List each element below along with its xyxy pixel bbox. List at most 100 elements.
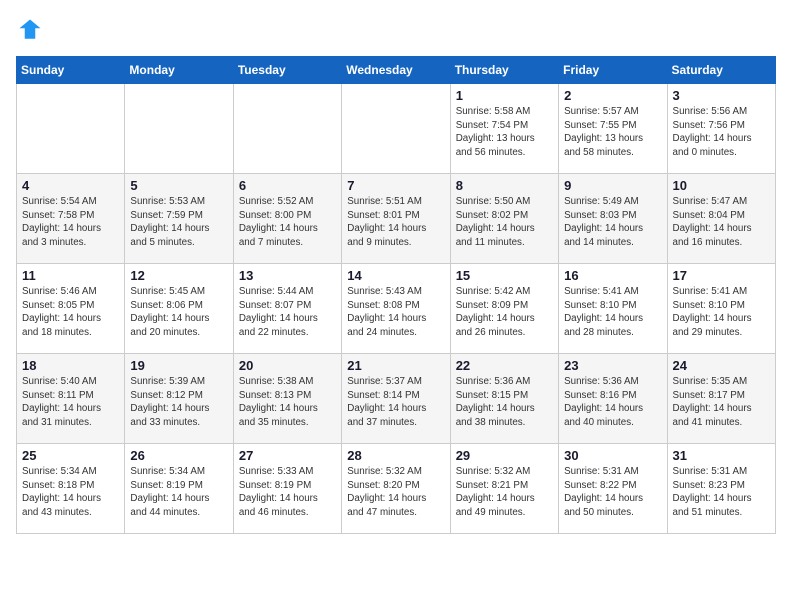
day-number: 12 [130, 268, 227, 283]
cell-info: Sunrise: 5:38 AM Sunset: 8:13 PM Dayligh… [239, 375, 336, 430]
day-number: 26 [130, 448, 227, 463]
calendar-cell: 15 Sunrise: 5:42 AM Sunset: 8:09 PM Dayli… [450, 264, 558, 354]
cell-info: Sunrise: 5:56 AM Sunset: 7:56 PM Dayligh… [673, 105, 770, 160]
cell-info: Sunrise: 5:54 AM Sunset: 7:58 PM Dayligh… [22, 195, 119, 250]
cell-info: Sunrise: 5:36 AM Sunset: 8:15 PM Dayligh… [456, 375, 553, 430]
logo-icon [16, 16, 44, 44]
calendar-cell [17, 84, 125, 174]
cell-info: Sunrise: 5:35 AM Sunset: 8:17 PM Dayligh… [673, 375, 770, 430]
calendar-table: SundayMondayTuesdayWednesdayThursdayFrid… [16, 56, 776, 534]
calendar-cell: 31 Sunrise: 5:31 AM Sunset: 8:23 PM Dayli… [667, 444, 775, 534]
calendar-cell: 19 Sunrise: 5:39 AM Sunset: 8:12 PM Dayli… [125, 354, 233, 444]
day-of-week-header: Wednesday [342, 57, 450, 84]
day-number: 31 [673, 448, 770, 463]
calendar-cell: 1 Sunrise: 5:58 AM Sunset: 7:54 PM Daylig… [450, 84, 558, 174]
calendar-cell: 13 Sunrise: 5:44 AM Sunset: 8:07 PM Dayli… [233, 264, 341, 354]
calendar-cell: 30 Sunrise: 5:31 AM Sunset: 8:22 PM Dayli… [559, 444, 667, 534]
calendar-cell: 4 Sunrise: 5:54 AM Sunset: 7:58 PM Daylig… [17, 174, 125, 264]
day-number: 14 [347, 268, 444, 283]
calendar-week-row: 11 Sunrise: 5:46 AM Sunset: 8:05 PM Dayli… [17, 264, 776, 354]
calendar-cell: 23 Sunrise: 5:36 AM Sunset: 8:16 PM Dayli… [559, 354, 667, 444]
day-of-week-header: Friday [559, 57, 667, 84]
day-number: 17 [673, 268, 770, 283]
day-number: 3 [673, 88, 770, 103]
cell-info: Sunrise: 5:57 AM Sunset: 7:55 PM Dayligh… [564, 105, 661, 160]
cell-info: Sunrise: 5:53 AM Sunset: 7:59 PM Dayligh… [130, 195, 227, 250]
day-number: 4 [22, 178, 119, 193]
day-number: 18 [22, 358, 119, 373]
calendar-week-row: 1 Sunrise: 5:58 AM Sunset: 7:54 PM Daylig… [17, 84, 776, 174]
calendar-week-row: 18 Sunrise: 5:40 AM Sunset: 8:11 PM Dayli… [17, 354, 776, 444]
calendar-cell: 27 Sunrise: 5:33 AM Sunset: 8:19 PM Dayli… [233, 444, 341, 534]
cell-info: Sunrise: 5:33 AM Sunset: 8:19 PM Dayligh… [239, 465, 336, 520]
cell-info: Sunrise: 5:42 AM Sunset: 8:09 PM Dayligh… [456, 285, 553, 340]
calendar-header-row: SundayMondayTuesdayWednesdayThursdayFrid… [17, 57, 776, 84]
calendar-cell: 12 Sunrise: 5:45 AM Sunset: 8:06 PM Dayli… [125, 264, 233, 354]
calendar-cell: 18 Sunrise: 5:40 AM Sunset: 8:11 PM Dayli… [17, 354, 125, 444]
calendar-cell: 28Sunrise: 5:32 AM Sunset: 8:20 PM Dayli… [342, 444, 450, 534]
calendar-cell [125, 84, 233, 174]
day-number: 6 [239, 178, 336, 193]
day-of-week-header: Monday [125, 57, 233, 84]
day-of-week-header: Sunday [17, 57, 125, 84]
day-of-week-header: Saturday [667, 57, 775, 84]
cell-info: Sunrise: 5:43 AM Sunset: 8:08 PM Dayligh… [347, 285, 444, 340]
logo [16, 16, 48, 44]
day-number: 30 [564, 448, 661, 463]
cell-info: Sunrise: 5:46 AM Sunset: 8:05 PM Dayligh… [22, 285, 119, 340]
cell-info: Sunrise: 5:31 AM Sunset: 8:23 PM Dayligh… [673, 465, 770, 520]
calendar-cell: 8Sunrise: 5:50 AM Sunset: 8:02 PM Daylig… [450, 174, 558, 264]
cell-info: Sunrise: 5:41 AM Sunset: 8:10 PM Dayligh… [673, 285, 770, 340]
cell-info: Sunrise: 5:44 AM Sunset: 8:07 PM Dayligh… [239, 285, 336, 340]
calendar-cell: 20Sunrise: 5:38 AM Sunset: 8:13 PM Dayli… [233, 354, 341, 444]
cell-info: Sunrise: 5:41 AM Sunset: 8:10 PM Dayligh… [564, 285, 661, 340]
cell-info: Sunrise: 5:49 AM Sunset: 8:03 PM Dayligh… [564, 195, 661, 250]
day-number: 9 [564, 178, 661, 193]
cell-info: Sunrise: 5:34 AM Sunset: 8:19 PM Dayligh… [130, 465, 227, 520]
day-of-week-header: Thursday [450, 57, 558, 84]
cell-info: Sunrise: 5:39 AM Sunset: 8:12 PM Dayligh… [130, 375, 227, 430]
day-number: 24 [673, 358, 770, 373]
cell-info: Sunrise: 5:47 AM Sunset: 8:04 PM Dayligh… [673, 195, 770, 250]
day-number: 7 [347, 178, 444, 193]
calendar-cell: 21Sunrise: 5:37 AM Sunset: 8:14 PM Dayli… [342, 354, 450, 444]
calendar-cell: 6 Sunrise: 5:52 AM Sunset: 8:00 PM Daylig… [233, 174, 341, 264]
cell-info: Sunrise: 5:32 AM Sunset: 8:21 PM Dayligh… [456, 465, 553, 520]
calendar-cell: 3 Sunrise: 5:56 AM Sunset: 7:56 PM Daylig… [667, 84, 775, 174]
cell-info: Sunrise: 5:45 AM Sunset: 8:06 PM Dayligh… [130, 285, 227, 340]
cell-info: Sunrise: 5:40 AM Sunset: 8:11 PM Dayligh… [22, 375, 119, 430]
cell-info: Sunrise: 5:36 AM Sunset: 8:16 PM Dayligh… [564, 375, 661, 430]
cell-info: Sunrise: 5:52 AM Sunset: 8:00 PM Dayligh… [239, 195, 336, 250]
calendar-cell [233, 84, 341, 174]
calendar-cell: 7 Sunrise: 5:51 AM Sunset: 8:01 PM Daylig… [342, 174, 450, 264]
calendar-cell: 17 Sunrise: 5:41 AM Sunset: 8:10 PM Dayli… [667, 264, 775, 354]
day-number: 25 [22, 448, 119, 463]
calendar-week-row: 4 Sunrise: 5:54 AM Sunset: 7:58 PM Daylig… [17, 174, 776, 264]
day-number: 23 [564, 358, 661, 373]
calendar-cell: 11 Sunrise: 5:46 AM Sunset: 8:05 PM Dayli… [17, 264, 125, 354]
day-number: 1 [456, 88, 553, 103]
calendar-week-row: 25Sunrise: 5:34 AM Sunset: 8:18 PM Dayli… [17, 444, 776, 534]
calendar-cell: 16 Sunrise: 5:41 AM Sunset: 8:10 PM Dayli… [559, 264, 667, 354]
day-number: 2 [564, 88, 661, 103]
day-number: 16 [564, 268, 661, 283]
calendar-cell: 24 Sunrise: 5:35 AM Sunset: 8:17 PM Dayli… [667, 354, 775, 444]
cell-info: Sunrise: 5:51 AM Sunset: 8:01 PM Dayligh… [347, 195, 444, 250]
calendar-cell [342, 84, 450, 174]
calendar-cell: 29Sunrise: 5:32 AM Sunset: 8:21 PM Dayli… [450, 444, 558, 534]
calendar-cell: 25Sunrise: 5:34 AM Sunset: 8:18 PM Dayli… [17, 444, 125, 534]
calendar-cell: 26 Sunrise: 5:34 AM Sunset: 8:19 PM Dayli… [125, 444, 233, 534]
cell-info: Sunrise: 5:31 AM Sunset: 8:22 PM Dayligh… [564, 465, 661, 520]
calendar-cell: 14 Sunrise: 5:43 AM Sunset: 8:08 PM Dayli… [342, 264, 450, 354]
day-of-week-header: Tuesday [233, 57, 341, 84]
cell-info: Sunrise: 5:50 AM Sunset: 8:02 PM Dayligh… [456, 195, 553, 250]
cell-info: Sunrise: 5:37 AM Sunset: 8:14 PM Dayligh… [347, 375, 444, 430]
day-number: 13 [239, 268, 336, 283]
cell-info: Sunrise: 5:58 AM Sunset: 7:54 PM Dayligh… [456, 105, 553, 160]
calendar-cell: 9 Sunrise: 5:49 AM Sunset: 8:03 PM Daylig… [559, 174, 667, 264]
day-number: 19 [130, 358, 227, 373]
cell-info: Sunrise: 5:32 AM Sunset: 8:20 PM Dayligh… [347, 465, 444, 520]
day-number: 27 [239, 448, 336, 463]
day-number: 11 [22, 268, 119, 283]
day-number: 15 [456, 268, 553, 283]
